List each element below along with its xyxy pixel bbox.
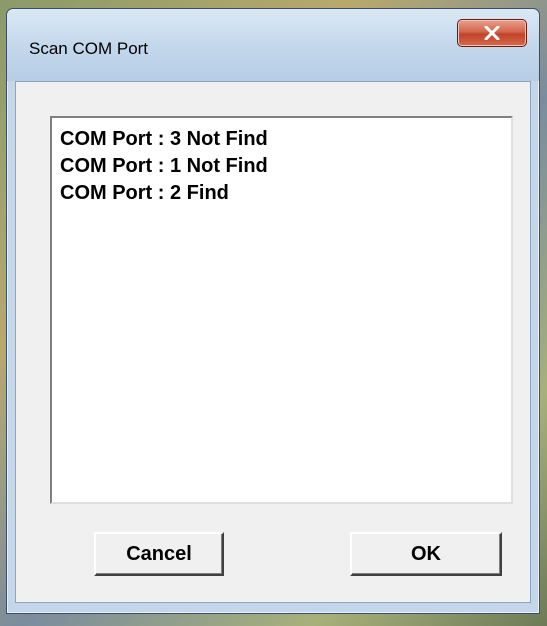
dialog-client-area: COM Port : 3 Not Find COM Port : 1 Not F… — [15, 81, 531, 603]
cancel-button[interactable]: Cancel — [94, 532, 224, 576]
com-port-list[interactable]: COM Port : 3 Not Find COM Port : 1 Not F… — [50, 116, 513, 504]
dialog-title: Scan COM Port — [29, 39, 149, 58]
close-button[interactable] — [457, 19, 527, 47]
list-item[interactable]: COM Port : 3 Not Find — [60, 126, 503, 153]
list-item[interactable]: COM Port : 2 Find — [60, 180, 503, 207]
ok-button[interactable]: OK — [350, 532, 502, 576]
title-bar[interactable]: Scan COM Port — [7, 9, 539, 81]
close-icon — [484, 26, 500, 40]
scan-com-port-dialog: Scan COM Port COM Port : 3 Not Find COM … — [6, 8, 540, 614]
list-item[interactable]: COM Port : 1 Not Find — [60, 153, 503, 180]
